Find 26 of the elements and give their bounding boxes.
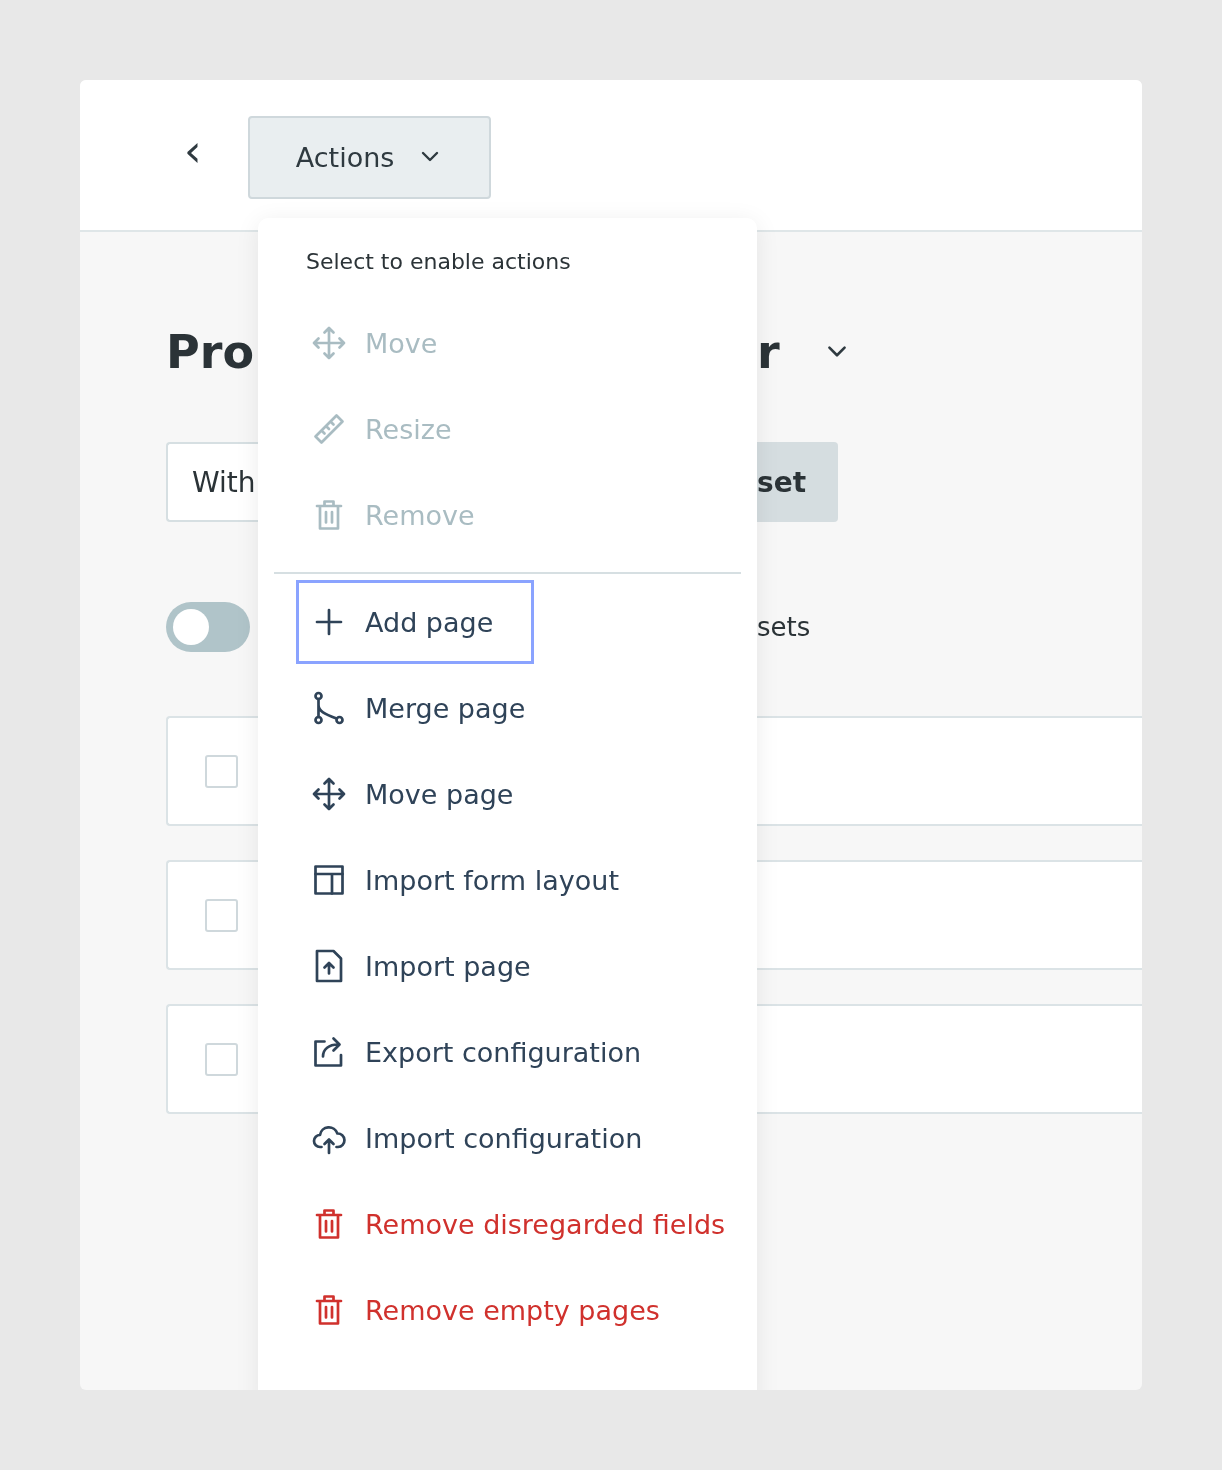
- page-title: r: [757, 325, 780, 379]
- actions-button[interactable]: Actions: [247, 115, 491, 199]
- reset-button[interactable]: set: [757, 442, 839, 522]
- move-arrows-icon: [311, 776, 347, 812]
- menu-item[interactable]: Remove disregarded fields: [296, 1182, 767, 1266]
- layout-icon: [311, 862, 347, 898]
- menu-hint: Select to enable actions: [305, 248, 572, 276]
- menu-item[interactable]: Remove empty pages: [296, 1268, 701, 1352]
- move-arrows-icon: [311, 325, 347, 361]
- menu-item[interactable]: Move page: [296, 752, 555, 836]
- menu-item[interactable]: Add page: [296, 580, 535, 664]
- menu-item[interactable]: Merge page: [296, 666, 567, 750]
- checkbox[interactable]: [205, 898, 238, 932]
- back-button[interactable]: ‹: [180, 129, 206, 181]
- toggle-switch[interactable]: [166, 602, 250, 652]
- checkbox[interactable]: [205, 1042, 238, 1076]
- menu-item[interactable]: Import configuration: [296, 1096, 684, 1180]
- checkbox[interactable]: [205, 754, 238, 788]
- menu-item[interactable]: Import form layout: [296, 838, 660, 922]
- menu-item[interactable]: Export configuration: [296, 1010, 683, 1094]
- ruler-icon: [311, 411, 347, 447]
- branch-icon: [311, 690, 347, 726]
- filter-field[interactable]: With: [166, 442, 258, 522]
- toggle-label: sets: [757, 612, 811, 642]
- page-title: Pro: [166, 325, 255, 379]
- menu-item[interactable]: Import page: [296, 924, 572, 1008]
